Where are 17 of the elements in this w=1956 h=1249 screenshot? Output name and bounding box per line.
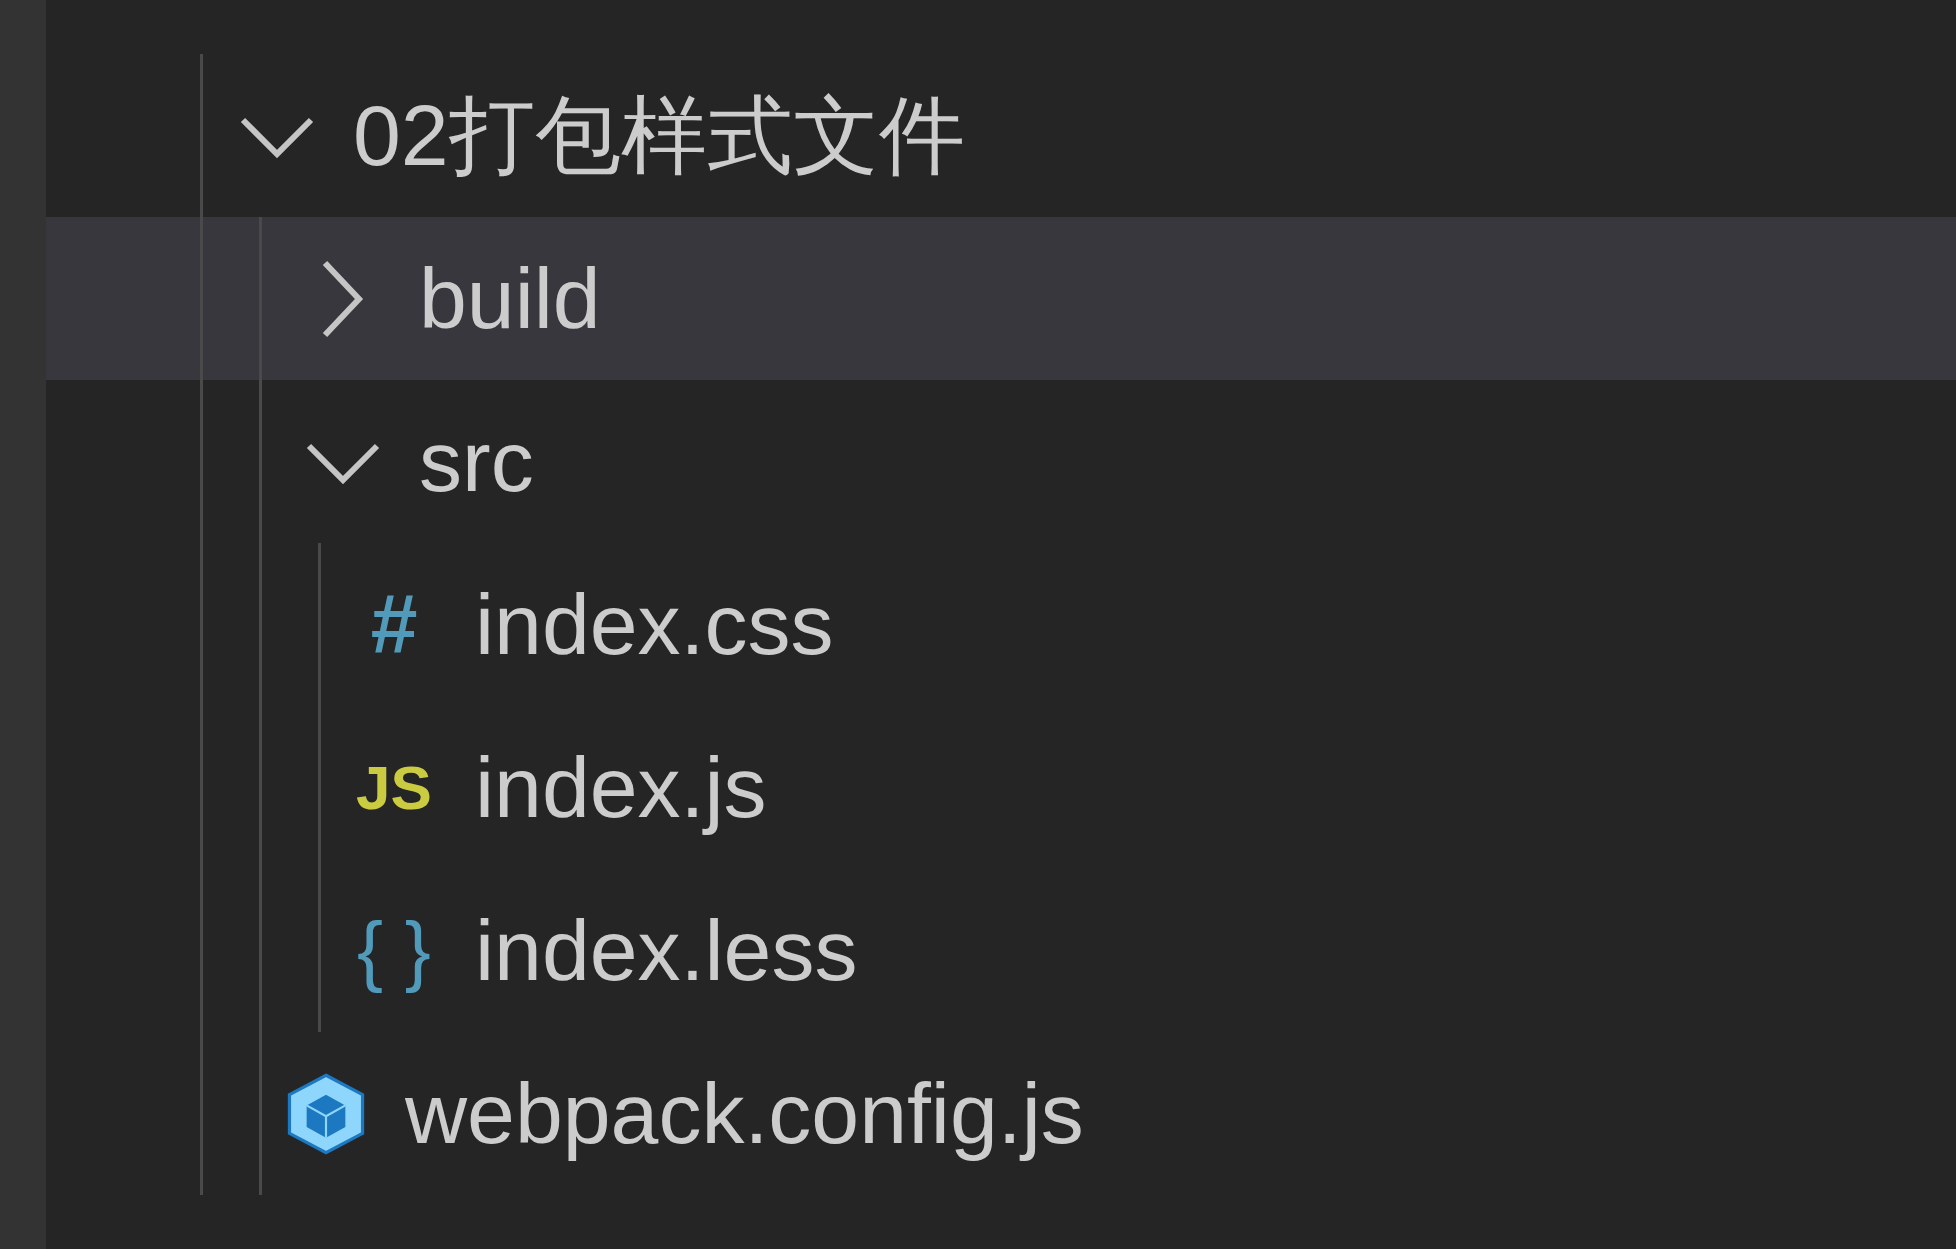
tree-item[interactable]: # index.css [46,543,1956,706]
item-label: webpack.config.js [405,1066,1084,1161]
file-type-icon: # [349,576,439,673]
tree-item[interactable]: JS index.js [46,706,1956,869]
item-label: index.less [475,903,858,998]
item-label: src [419,414,534,509]
item-label: 02打包样式文件 [353,88,965,183]
tree-item[interactable]: 02打包样式文件 [46,54,1956,217]
item-label: index.css [475,577,834,672]
item-label: index.js [475,740,767,835]
tree-item[interactable]: src [46,380,1956,543]
file-type-icon: JS [349,752,439,823]
tree-item[interactable]: webpack.config.js [46,1032,1956,1195]
tree-item[interactable]: build [46,217,1956,380]
item-label: build [419,251,601,346]
tree-item[interactable]: { } index.less [46,869,1956,1032]
file-type-icon: { } [349,905,439,996]
